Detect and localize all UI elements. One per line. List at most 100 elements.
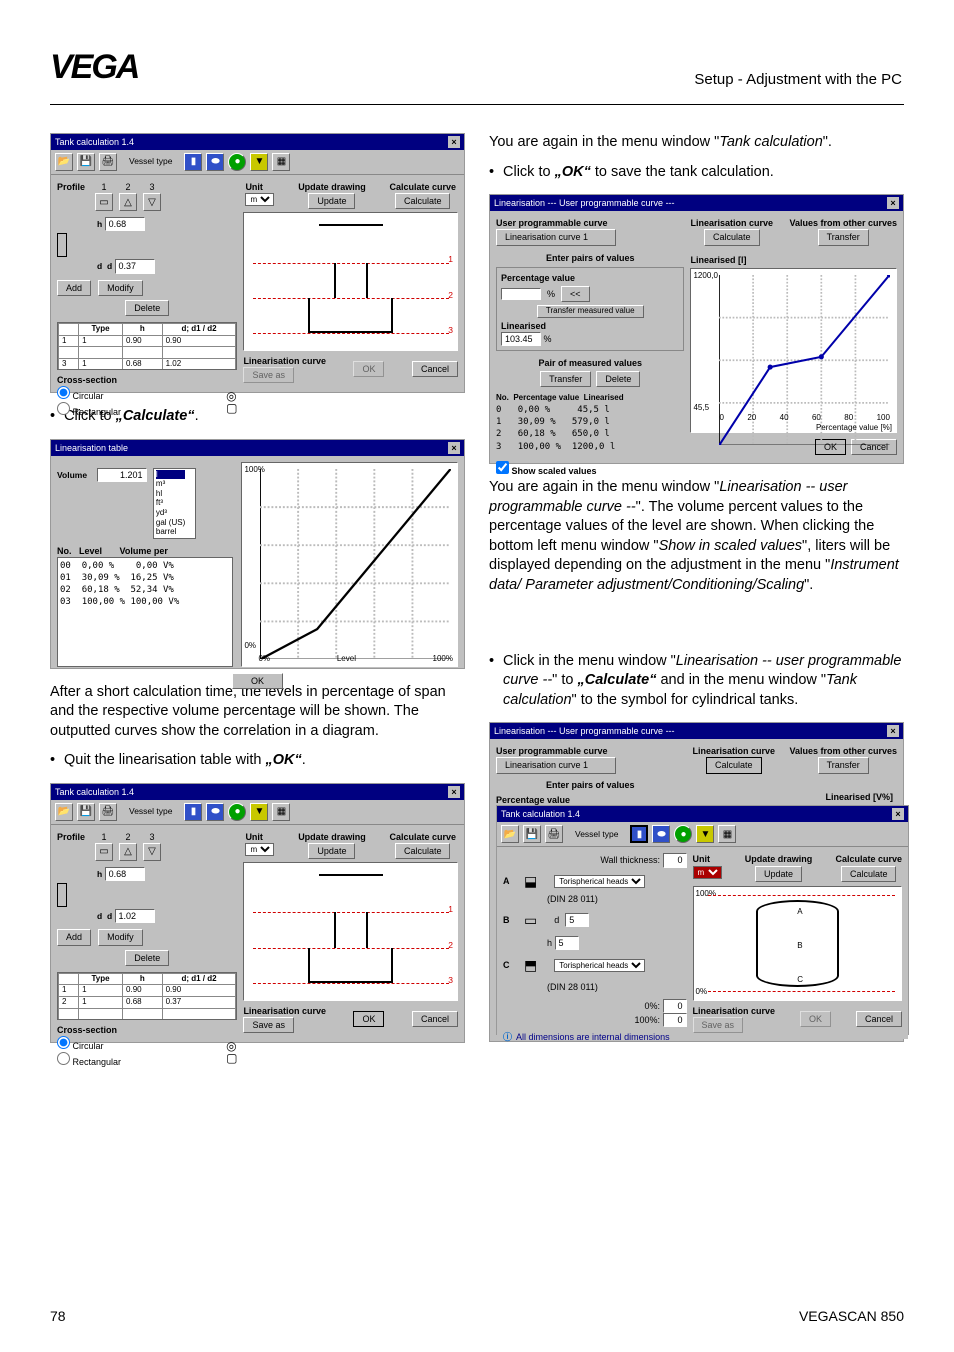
vessel-table-icon[interactable]: ▦ (272, 803, 290, 821)
vessel-sphere-icon[interactable]: ● (674, 825, 692, 843)
close-icon[interactable]: × (892, 808, 904, 820)
cancel-button[interactable]: Cancel (412, 1011, 458, 1027)
calculate-button[interactable]: Calculate (706, 757, 762, 773)
profile-shape-3[interactable]: ▽ (143, 843, 161, 861)
table-row: 110.900.90 (59, 985, 236, 997)
transfer-measured-button[interactable]: Transfer measured value (537, 305, 644, 318)
show-scaled-checkbox[interactable] (496, 461, 509, 474)
ytick: 45,5 (693, 403, 709, 414)
upc-select[interactable]: Linearisation curve 1 (496, 757, 616, 773)
delete-button[interactable]: Delete (125, 300, 169, 316)
calculate-button[interactable]: Calculate (395, 193, 451, 209)
vessel-cyl-h-icon[interactable]: ▮ (184, 153, 202, 171)
win-title: Linearisation --- User programmable curv… (494, 197, 675, 209)
unit-select[interactable]: m (693, 866, 722, 879)
vessel-cone-icon[interactable]: ▼ (250, 803, 268, 821)
profile-shape-1[interactable]: ▭ (95, 193, 113, 211)
save-icon[interactable]: 💾 (77, 803, 95, 821)
section-caption: Setup - Adjustment with the PC (50, 71, 904, 88)
transfer-button[interactable]: Transfer (818, 229, 869, 245)
b-d-input[interactable]: 5 (565, 913, 589, 927)
save-icon[interactable]: 💾 (523, 825, 541, 843)
update-button[interactable]: Update (755, 866, 802, 882)
transfer-button[interactable]: Transfer (818, 757, 869, 773)
modify-button[interactable]: Modify (98, 280, 143, 296)
close-icon[interactable]: × (887, 197, 899, 209)
print-icon[interactable]: 🖨 (545, 825, 563, 843)
wall-thickness-input[interactable]: 0 (663, 853, 687, 867)
calculate-button[interactable]: Calculate (704, 229, 760, 245)
rectangular-radio[interactable] (57, 402, 70, 415)
profile-shape-3[interactable]: ▽ (143, 193, 161, 211)
close-icon[interactable]: × (448, 136, 460, 148)
d-input[interactable]: 0.37 (115, 259, 155, 273)
ok-button: OK (800, 1011, 831, 1027)
pv-input[interactable] (501, 288, 541, 300)
d-input[interactable]: 1.02 (115, 909, 155, 923)
xtick: 100% (433, 654, 453, 665)
body-text: After a short calculation time, the leve… (50, 683, 465, 742)
profile-shape-1[interactable]: ▭ (95, 843, 113, 861)
cancel-button[interactable]: Cancel (856, 1011, 902, 1027)
close-icon[interactable]: × (887, 725, 899, 737)
unit-select[interactable]: m (245, 193, 274, 206)
heads-c-select[interactable]: Torispherical heads (554, 959, 645, 972)
circular-radio[interactable] (57, 386, 70, 399)
print-icon[interactable]: 🖨 (99, 153, 117, 171)
h-input[interactable]: 0.68 (105, 217, 145, 231)
open-icon[interactable]: 📂 (55, 803, 73, 821)
ok-button[interactable]: OK (232, 673, 283, 689)
close-icon[interactable]: × (448, 786, 460, 798)
p0-input[interactable]: 0 (663, 999, 687, 1013)
vessel-sphere-icon[interactable]: ● (228, 803, 246, 821)
vessel-cone-icon[interactable]: ▼ (696, 825, 714, 843)
vessel-sphere-icon[interactable]: ● (228, 153, 246, 171)
delete-button[interactable]: Delete (125, 950, 169, 966)
vessel-table-icon[interactable]: ▦ (272, 153, 290, 171)
list-item: 02 60,18 % 52,34 V% (60, 584, 230, 596)
upc-select[interactable]: Linearisation curve 1 (496, 229, 616, 245)
h-input[interactable]: 0.68 (105, 867, 145, 881)
unit-dropdown-open[interactable]: l m³ hl ft³ yd³ gal (US) barrel (153, 468, 196, 539)
lin-chart: 1200,0 45,5 020406080100 Percentage valu… (690, 268, 897, 433)
product-name: VEGASCAN 850 (799, 1308, 904, 1324)
b-h-input[interactable]: 5 (555, 936, 579, 950)
add-button[interactable]: Add (57, 929, 91, 945)
p100-input[interactable]: 0 (663, 1013, 687, 1027)
vessel-cyl-h-icon[interactable]: ▮ (630, 825, 648, 843)
update-button[interactable]: Update (308, 193, 355, 209)
vessel-cyl-h-icon[interactable]: ▮ (184, 803, 202, 821)
delete-button[interactable]: Delete (596, 371, 640, 387)
vessel-cyl-v-icon[interactable]: ⬬ (652, 825, 670, 843)
unit-select[interactable]: m (245, 843, 274, 856)
vessel-cyl-v-icon[interactable]: ⬬ (206, 153, 224, 171)
arrow-button[interactable]: << (561, 286, 590, 302)
saveas-button[interactable]: Save as (243, 1017, 294, 1033)
update-button[interactable]: Update (308, 843, 355, 859)
open-icon[interactable]: 📂 (501, 825, 519, 843)
circular-label: Circular (73, 391, 104, 401)
profile-shape-2[interactable]: △ (119, 843, 137, 861)
profile-shape-2[interactable]: △ (119, 193, 137, 211)
print-icon[interactable]: 🖨 (99, 803, 117, 821)
vessel-cone-icon[interactable]: ▼ (250, 153, 268, 171)
open-icon[interactable]: 📂 (55, 153, 73, 171)
calculate-button[interactable]: Calculate (395, 843, 451, 859)
vessel-cyl-v-icon[interactable]: ⬬ (206, 803, 224, 821)
calculate-button[interactable]: Calculate (841, 866, 897, 882)
circular-radio[interactable] (57, 1036, 70, 1049)
p0-label: 0%: (645, 1001, 661, 1011)
volume-input[interactable]: 1.201 (97, 468, 147, 482)
heads-a-select[interactable]: Torispherical heads (554, 875, 645, 888)
transfer-button[interactable]: Transfer (540, 371, 591, 387)
cancel-button[interactable]: Cancel (412, 361, 458, 377)
add-button[interactable]: Add (57, 280, 91, 296)
close-icon[interactable]: × (448, 442, 460, 454)
ok-button[interactable]: OK (353, 1011, 384, 1027)
rectangular-radio[interactable] (57, 1052, 70, 1065)
profile-table: Typehd; d1 / d2 110.900.90 210.680.37 31… (58, 973, 236, 1020)
modify-button[interactable]: Modify (98, 929, 143, 945)
vessel-table-icon[interactable]: ▦ (718, 825, 736, 843)
lin-input[interactable]: 103.45 (501, 332, 541, 346)
save-icon[interactable]: 💾 (77, 153, 95, 171)
